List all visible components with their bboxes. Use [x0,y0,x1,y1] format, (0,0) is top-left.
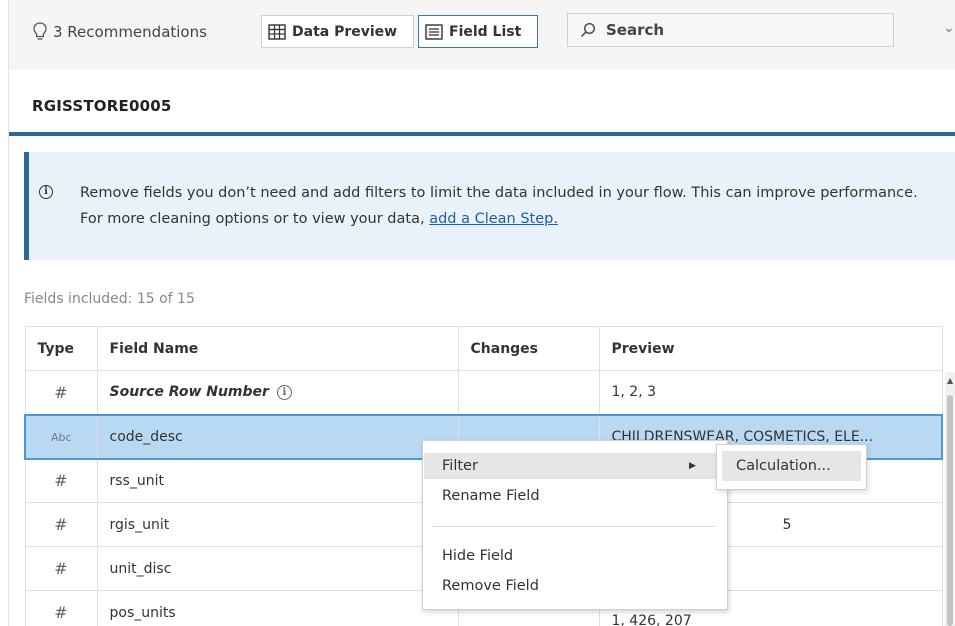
type-label: # [54,559,68,578]
field-name: unit_disc [109,560,172,577]
table-header-row: Type Field Name Changes Preview [24,326,943,371]
recommendations-label: 3 Recommendations [53,23,207,41]
field-name-cell[interactable]: rgis_unit [96,502,459,547]
fields-count: Fields included: 15 of 15 [24,291,195,307]
chevron-down-icon[interactable]: ⌄ [943,20,955,36]
type-number-icon[interactable]: # [24,458,98,503]
menu-item-remove-field[interactable]: Remove Field [424,573,727,599]
add-clean-step-link[interactable]: add a Clean Step. [429,211,558,227]
preview-cell: 1, 2, 3 [598,370,943,415]
field-list-label: Field List [449,23,522,40]
toolbar: 3 Recommendations Data Preview Field Lis… [9,0,955,70]
scroll-up-icon[interactable]: ▲ [947,376,953,385]
page-title: RGISSTORE0005 [32,97,172,115]
table-row[interactable]: # Source Row Number i 1, 2, 3 [24,370,943,415]
field-name-cell[interactable]: rss_unit [96,458,459,503]
type-label: # [54,603,68,622]
header-changes[interactable]: Changes [457,326,600,371]
field-name-cell[interactable]: code_desc [96,413,459,460]
info-icon[interactable]: i [276,384,292,400]
table-icon [268,23,286,40]
header-preview[interactable]: Preview [598,326,943,371]
header-field-name[interactable]: Field Name [96,326,459,371]
field-name-cell[interactable]: pos_units [96,590,459,626]
submenu-arrow-icon: ▶ [689,461,696,471]
menu-item-label: Rename Field [442,488,540,504]
type-number-icon[interactable]: # [24,590,98,626]
search-input[interactable]: Search [567,13,894,47]
info-banner: i Remove fields you don’t need and add f… [24,152,955,260]
context-menu: Filter ▶ Rename Field Hide Field Remove … [422,440,728,610]
info-text: Remove fields you don’t need and add fil… [80,180,930,232]
menu-item-label: Remove Field [442,578,539,594]
field-name-cell[interactable]: unit_disc [96,546,459,591]
field-name: code_desc [109,428,183,445]
list-icon [425,23,443,40]
field-name: pos_units [109,604,176,621]
type-string-icon[interactable]: Abc [24,413,98,460]
changes-cell [457,370,600,415]
menu-item-filter[interactable]: Filter ▶ [424,453,727,479]
field-list-button[interactable]: Field List [418,15,538,48]
lightbulb-icon [33,22,47,40]
type-number-icon[interactable]: # [24,546,98,591]
field-name: rgis_unit [109,516,170,533]
submenu-item-label: Calculation... [736,458,831,474]
filter-submenu: Calculation... [716,444,867,490]
header-type[interactable]: Type [24,326,98,371]
data-preview-button[interactable]: Data Preview [261,15,414,48]
menu-item-rename-field[interactable]: Rename Field [424,483,727,509]
left-edge [0,0,9,626]
recommendations-button[interactable]: 3 Recommendations [33,18,207,46]
menu-divider [433,526,715,527]
menu-item-label: Filter [442,458,478,474]
step-header: RGISSTORE0005 [9,70,955,136]
scrollbar-thumb[interactable] [947,395,953,626]
submenu-item-calculation[interactable]: Calculation... [722,451,861,481]
menu-item-label: Hide Field [442,548,514,564]
type-label: # [54,382,68,402]
type-number-icon[interactable]: # [24,370,98,415]
type-number-icon[interactable]: # [24,502,98,547]
type-label: # [54,515,68,534]
info-icon: i [39,185,53,199]
type-label: # [54,471,68,491]
search-icon [580,22,596,38]
field-name-cell[interactable]: Source Row Number i [96,370,459,415]
search-placeholder: Search [606,21,665,39]
menu-item-hide-field[interactable]: Hide Field [424,543,727,569]
type-label: Abc [50,430,72,444]
field-name: Source Row Number [109,384,269,401]
field-name: rss_unit [109,472,164,489]
data-preview-label: Data Preview [292,23,398,40]
